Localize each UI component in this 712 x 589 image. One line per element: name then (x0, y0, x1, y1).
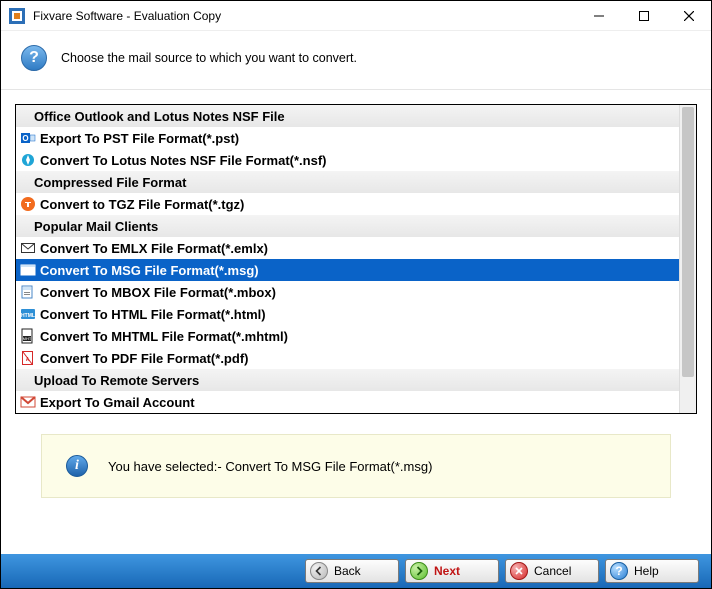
next-button[interactable]: Next (405, 559, 499, 583)
help-button[interactable]: ? Help (605, 559, 699, 583)
close-button[interactable] (666, 1, 711, 30)
question-icon: ? (21, 45, 47, 71)
list-item-label: Convert To PDF File Format(*.pdf) (40, 351, 248, 366)
next-label: Next (434, 564, 488, 578)
svg-text:HTML: HTML (21, 313, 35, 319)
instruction-text: Choose the mail source to which you want… (61, 51, 357, 65)
list-item-label: Convert To MBOX File Format(*.mbox) (40, 285, 276, 300)
mbox-icon (20, 284, 36, 300)
app-icon (9, 8, 25, 24)
list-item-label: Convert To Lotus Notes NSF File Format(*… (40, 153, 327, 168)
tgz-icon (20, 196, 36, 212)
svg-text:O: O (22, 134, 28, 143)
list-item[interactable]: O Export To PST File Format(*.pst) (16, 127, 679, 149)
cancel-button[interactable]: Cancel (505, 559, 599, 583)
list-item-label: Convert To EMLX File Format(*.emlx) (40, 241, 268, 256)
list-item-label: Export To PST File Format(*.pst) (40, 131, 239, 146)
gmail-icon (20, 394, 36, 410)
info-icon: i (66, 455, 88, 477)
window-title: Fixvare Software - Evaluation Copy (33, 9, 576, 23)
list-item-label: Convert to TGZ File Format(*.tgz) (40, 197, 244, 212)
status-text: You have selected:- Convert To MSG File … (108, 459, 432, 474)
list-item[interactable]: MHT Convert To MHTML File Format(*.mhtml) (16, 325, 679, 347)
html-icon: HTML (20, 306, 36, 322)
scrollbar-thumb[interactable] (682, 107, 694, 377)
list-item-label: Convert To MSG File Format(*.msg) (40, 263, 259, 278)
back-button[interactable]: Back (305, 559, 399, 583)
format-list: Office Outlook and Lotus Notes NSF File O… (15, 104, 697, 414)
back-label: Back (334, 564, 388, 578)
msg-icon (20, 262, 36, 278)
button-bar: Back Next Cancel ? Help (1, 554, 711, 588)
mhtml-icon: MHT (20, 328, 36, 344)
pdf-icon: A (20, 350, 36, 366)
svg-text:MHT: MHT (23, 336, 32, 341)
list-header: Popular Mail Clients (16, 215, 679, 237)
outlook-icon: O (20, 130, 36, 146)
help-label: Help (634, 564, 688, 578)
minimize-button[interactable] (576, 1, 621, 30)
list-item[interactable]: Convert to TGZ File Format(*.tgz) (16, 193, 679, 215)
status-panel: i You have selected:- Convert To MSG Fil… (41, 434, 671, 498)
cancel-label: Cancel (534, 564, 588, 578)
lotus-icon (20, 152, 36, 168)
list-item[interactable]: A Convert To PDF File Format(*.pdf) (16, 347, 679, 369)
list-item-label: Convert To HTML File Format(*.html) (40, 307, 266, 322)
help-icon: ? (610, 562, 628, 580)
list-item[interactable]: HTML Convert To HTML File Format(*.html) (16, 303, 679, 325)
list-item[interactable]: Convert To Lotus Notes NSF File Format(*… (16, 149, 679, 171)
list-header: Office Outlook and Lotus Notes NSF File (16, 105, 679, 127)
maximize-button[interactable] (621, 1, 666, 30)
instruction-row: ? Choose the mail source to which you wa… (1, 31, 711, 90)
title-bar: Fixvare Software - Evaluation Copy (1, 1, 711, 31)
back-arrow-icon (310, 562, 328, 580)
list-header-label: Compressed File Format (34, 175, 186, 190)
list-item-label: Convert To MHTML File Format(*.mhtml) (40, 329, 288, 344)
list-header: Compressed File Format (16, 171, 679, 193)
list-header-label: Upload To Remote Servers (34, 373, 199, 388)
list-header-label: Popular Mail Clients (34, 219, 158, 234)
list-header-label: Office Outlook and Lotus Notes NSF File (34, 109, 285, 124)
list-item-label: Export To Gmail Account (40, 395, 195, 410)
emlx-icon (20, 240, 36, 256)
scrollbar[interactable] (679, 105, 696, 413)
list-item[interactable]: Convert To MBOX File Format(*.mbox) (16, 281, 679, 303)
list-item[interactable]: Convert To EMLX File Format(*.emlx) (16, 237, 679, 259)
list-item[interactable]: Export To Gmail Account (16, 391, 679, 413)
svg-text:A: A (26, 357, 30, 363)
list-header: Upload To Remote Servers (16, 369, 679, 391)
list-item[interactable]: Convert To MSG File Format(*.msg) (16, 259, 679, 281)
cancel-icon (510, 562, 528, 580)
next-arrow-icon (410, 562, 428, 580)
